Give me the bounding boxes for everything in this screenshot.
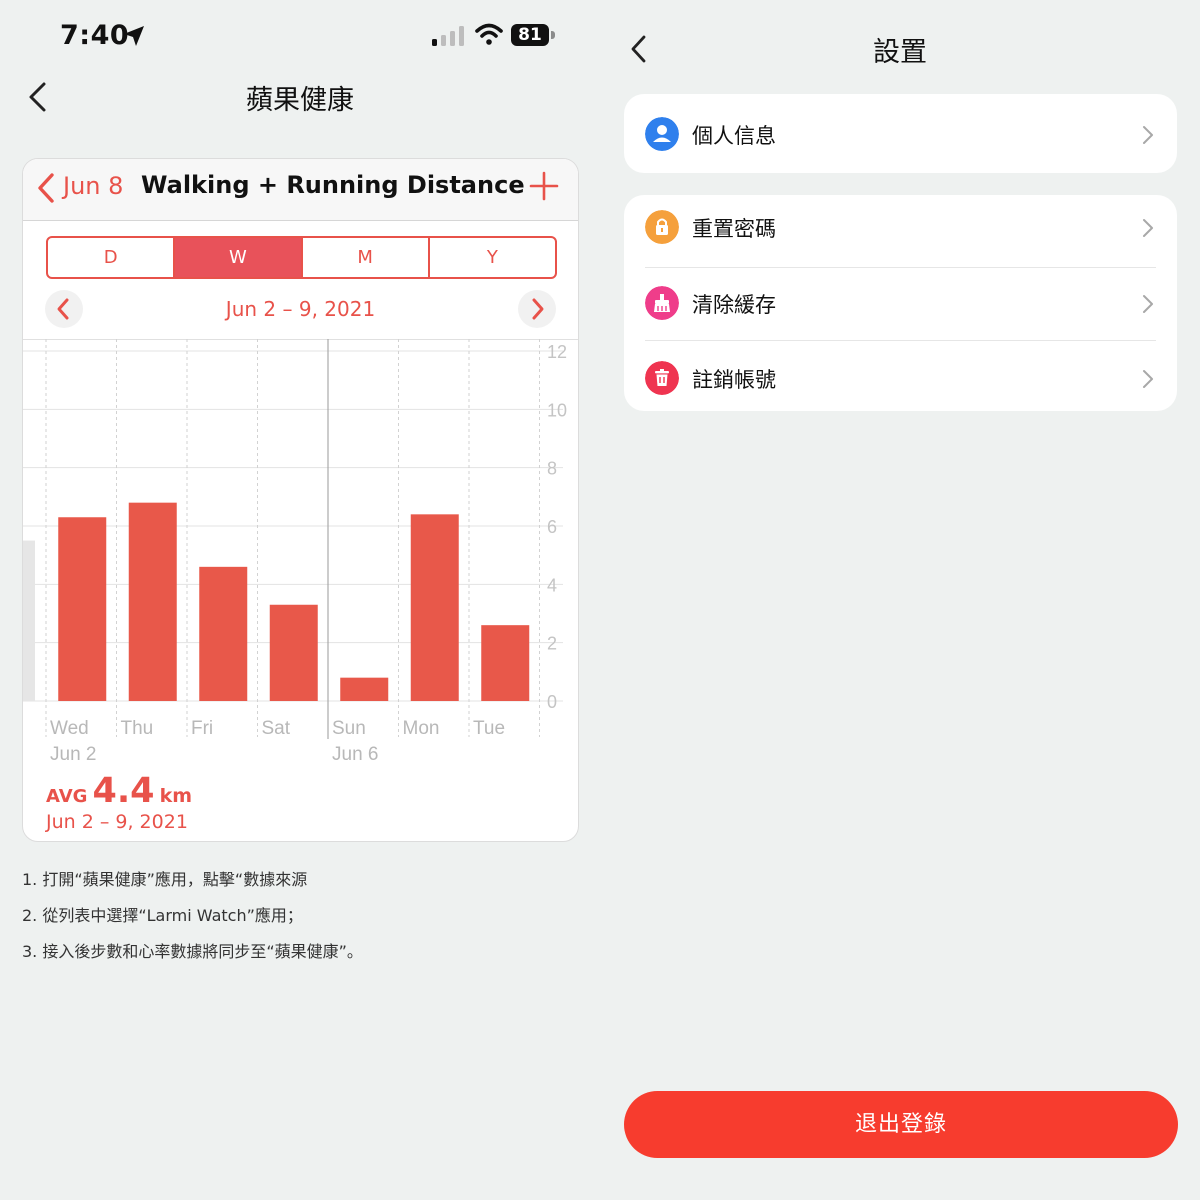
settings-item-profile[interactable]: 個人信息 <box>624 98 1177 170</box>
settings-card-profile: 個人信息 <box>624 94 1177 173</box>
bar-tue <box>481 625 530 701</box>
y-tick-label: 10 <box>547 400 567 420</box>
lock-icon <box>645 210 679 244</box>
bar-sun <box>340 677 389 701</box>
status-time: 7:40 <box>60 20 130 51</box>
distance-bar-chart: 0 2 4 6 8 10 12 Wed Jun 2 Thu Fri Sat Sun Jun 6 Mon Tue <box>23 339 567 765</box>
settings-item-reset-password[interactable]: 重置密碼 <box>624 195 1177 267</box>
x-tick-label: Thu <box>121 718 154 739</box>
user-icon <box>645 117 679 151</box>
x-tick-label: Tue <box>473 718 505 739</box>
logout-button[interactable]: 退出登錄 <box>624 1091 1178 1158</box>
x-tick-label: Wed <box>50 718 89 739</box>
instruction-step-2: 2. 從列表中選擇“Larmi Watch”應用； <box>22 906 303 925</box>
location-arrow-icon <box>124 26 144 46</box>
settings-item-label: 註銷帳號 <box>692 368 776 392</box>
status-bar: 7:40 81 <box>0 0 600 72</box>
settings-item-label: 重置密碼 <box>692 217 776 241</box>
previous-week-bar <box>23 540 35 701</box>
settings-item-clear-cache[interactable]: 清除緩存 <box>624 268 1177 340</box>
chevron-right-icon <box>1143 295 1153 313</box>
bar-fri <box>199 566 248 701</box>
x-tick-label: Mon <box>403 718 440 739</box>
x-tick-label: Sat <box>262 718 291 739</box>
y-tick-label: 6 <box>547 517 557 537</box>
avg-unit: km <box>159 785 193 807</box>
instruction-step-1: 1. 打開“蘋果健康”應用，點擊“數據來源 <box>22 870 308 889</box>
health-screenshot-card: Jun 8 Walking + Running Distance D W M Y… <box>22 158 579 842</box>
battery-indicator: 81 <box>511 24 549 46</box>
bar-thu <box>128 502 177 701</box>
x-tick-label: Fri <box>191 718 213 739</box>
settings-title: 設置 <box>873 37 927 68</box>
avg-label: AVG <box>46 786 88 807</box>
page-title: 蘋果健康 <box>246 85 354 116</box>
settings-item-delete-account[interactable]: 註銷帳號 <box>624 341 1177 413</box>
y-tick-label: 12 <box>547 342 567 362</box>
trash-icon <box>645 361 679 395</box>
broom-icon <box>645 286 679 320</box>
wifi-icon <box>475 23 503 45</box>
instruction-step-3: 3. 接入後步數和心率數據將同步至“蘋果健康”。 <box>22 942 363 961</box>
settings-item-label: 清除緩存 <box>692 293 776 317</box>
cellular-signal-icon <box>432 26 464 46</box>
chevron-right-icon <box>1143 126 1153 144</box>
average-summary: AVG 4.4 km <box>46 771 192 811</box>
battery-nub <box>551 31 555 39</box>
chevron-right-icon <box>1143 370 1153 388</box>
y-tick-label: 0 <box>547 692 557 712</box>
y-tick-label: 8 <box>547 459 557 479</box>
bar-mon <box>410 514 459 701</box>
y-tick-label: 2 <box>547 634 557 654</box>
x-date-label: Jun 6 <box>332 744 378 765</box>
avg-value: 4.4 <box>92 771 155 811</box>
settings-item-label: 個人信息 <box>692 124 776 148</box>
chevron-right-icon <box>1143 219 1153 237</box>
avg-date-range: Jun 2 – 9, 2021 <box>46 811 188 833</box>
bar-wed <box>58 517 107 701</box>
y-tick-label: 4 <box>547 575 557 595</box>
x-tick-label: Sun <box>332 718 366 739</box>
settings-card-account: 重置密碼 清除緩存 註銷帳號 <box>624 195 1177 411</box>
instructions-list: 1. 打開“蘋果健康”應用，點擊“數據來源 2. 從列表中選擇“Larmi Wa… <box>22 870 363 978</box>
x-date-label: Jun 2 <box>50 744 96 765</box>
bar-sat <box>269 604 318 701</box>
